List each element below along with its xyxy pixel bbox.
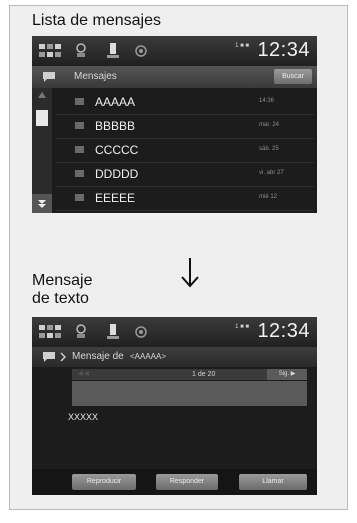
sender-name: EEEEE [95, 191, 136, 205]
scroll-up-icon[interactable] [38, 92, 46, 98]
down-arrow-icon [181, 258, 199, 288]
settings-icon [135, 326, 147, 338]
list-item[interactable]: AAAAA 14:36 [56, 90, 314, 115]
phone-icon [76, 324, 86, 338]
pager-bar: ◀ ◀ 1 de 20 Sig. ▶ [72, 369, 307, 380]
previous-button[interactable]: ◀ ◀ [78, 369, 89, 380]
manual-page: Lista de mensajes 1 ■ ■ 12:34 Mensajes B… [9, 5, 348, 510]
next-button[interactable]: Sig. ▶ [267, 369, 307, 380]
sender-name: DDDDD [95, 167, 139, 181]
device-icon [107, 43, 119, 58]
call-button[interactable]: Llamar [239, 474, 307, 490]
list-item[interactable]: CCCCC sáb. 25 [56, 138, 314, 163]
message-date: sáb. 25 [259, 146, 279, 152]
clock: 12:34 [257, 39, 310, 61]
scroll-down-button[interactable] [32, 194, 52, 213]
list-item[interactable]: DDDDD vi. abr 27 [56, 162, 314, 187]
title-bar: Mensaje de <AAAAA> [32, 347, 317, 367]
reply-button[interactable]: Responder [156, 474, 218, 490]
message-date: 14:36 [259, 98, 275, 104]
message-date: mié 12 [259, 194, 278, 200]
envelope-icon [75, 98, 84, 105]
status-bar: 1 ■ ■ 12:34 [32, 36, 317, 66]
status-indicator: 1 ■ ■ [235, 324, 249, 330]
scrollbar[interactable] [32, 88, 52, 213]
sender-name: <AAAAA> [130, 352, 167, 361]
scroll-thumb[interactable] [36, 110, 48, 126]
envelope-icon [75, 170, 84, 177]
arrow-down-icon [38, 200, 46, 208]
sender-name: BBBBB [95, 119, 136, 133]
messages-icon [43, 352, 55, 362]
home-grid-icon [39, 44, 61, 57]
screen-title: Mensaje de [72, 351, 124, 362]
chevron-right-icon [60, 352, 66, 362]
clock: 12:34 [257, 320, 310, 342]
settings-icon [135, 45, 147, 57]
title-bar: Mensajes Buscar [32, 66, 317, 88]
envelope-icon [75, 122, 84, 129]
message-header [72, 381, 307, 406]
envelope-icon [75, 194, 84, 201]
message-body: XXXXX [68, 412, 99, 422]
play-button[interactable]: Reproducir [72, 474, 136, 490]
heading-text-message-line2: de texto [32, 290, 89, 307]
heading-text-message-line1: Mensaje [32, 272, 93, 289]
message-date: vi. abr 27 [259, 170, 284, 176]
sender-name: AAAAA [95, 95, 136, 109]
phone-icon [76, 43, 86, 57]
heading-message-list: Lista de mensajes [32, 12, 161, 29]
status-indicator: 1 ■ ■ [235, 43, 249, 49]
list-item[interactable]: EEEEE mié 12 [56, 186, 314, 211]
action-bar: Reproducir Responder Llamar [32, 469, 317, 495]
envelope-icon [75, 146, 84, 153]
search-button[interactable]: Buscar [274, 69, 312, 84]
list-item[interactable]: BBBBB mar. 24 [56, 114, 314, 139]
status-bar: 1 ■ ■ 12:34 [32, 317, 317, 347]
text-message-screen: 1 ■ ■ 12:34 Mensaje de <AAAAA> ◀ ◀ 1 de … [32, 317, 317, 495]
message-date: mar. 24 [259, 122, 280, 128]
sender-name: CCCCC [95, 143, 139, 157]
screen-title: Mensajes [74, 71, 117, 82]
messages-icon [43, 72, 55, 82]
home-grid-icon [39, 325, 61, 338]
page-indicator: 1 de 20 [192, 371, 216, 378]
message-list-screen: 1 ■ ■ 12:34 Mensajes Buscar AAAAA 14:36 [32, 36, 317, 213]
device-icon [107, 324, 119, 339]
